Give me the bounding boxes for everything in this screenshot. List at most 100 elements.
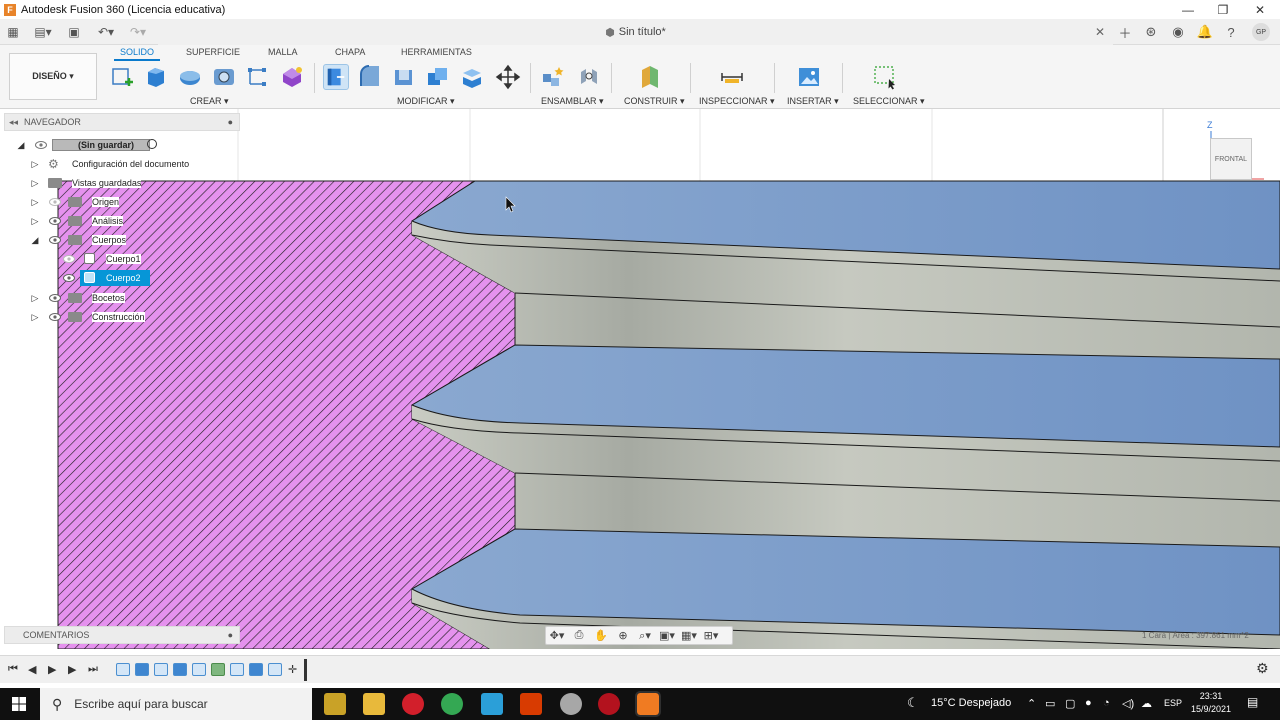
save-icon[interactable]: ▣: [66, 24, 82, 40]
timeline-settings-gear-icon[interactable]: ⚙: [1256, 660, 1269, 677]
weather-label[interactable]: 15°C Despejado: [931, 697, 1011, 709]
hidden-eye-icon[interactable]: [63, 254, 75, 264]
activate-radio-icon[interactable]: [147, 139, 157, 149]
new-tab-icon[interactable]: ＋: [1116, 23, 1134, 41]
help-icon[interactable]: ?: [1222, 23, 1240, 41]
browser-item-construction[interactable]: ▷ Construcción: [0, 308, 240, 326]
tab-solido[interactable]: SOLIDO: [113, 47, 161, 61]
chrome-browser-icon[interactable]: [441, 693, 463, 715]
volume-icon[interactable]: ◁): [1122, 697, 1134, 710]
play-icon[interactable]: ▶: [48, 663, 56, 676]
visibility-eye-icon[interactable]: [35, 140, 47, 150]
timeline-feature[interactable]: [192, 663, 206, 676]
camera-icon[interactable]: ▢: [1065, 697, 1075, 710]
avatar[interactable]: GP: [1252, 23, 1270, 41]
file-menu-icon[interactable]: ▤▾: [30, 24, 56, 40]
undo-icon[interactable]: ↶▾: [92, 24, 120, 40]
collapse-triangle-icon[interactable]: ◢: [30, 235, 40, 245]
timeline-feature[interactable]: [268, 663, 282, 676]
timeline-feature[interactable]: [211, 663, 225, 676]
group-crear[interactable]: CREAR ▾: [190, 96, 229, 107]
job-status-icon[interactable]: ◉: [1169, 23, 1187, 41]
step-back-icon[interactable]: ◀: [28, 663, 36, 676]
viewcube[interactable]: FRONTAL: [1210, 138, 1252, 180]
split-body-icon[interactable]: [459, 64, 485, 90]
network-icon[interactable]: ▭: [1045, 697, 1055, 710]
tab-chapa[interactable]: CHAPA: [335, 47, 365, 57]
timeline-feature[interactable]: [173, 663, 187, 676]
fireworks-app-icon[interactable]: [324, 693, 346, 715]
combine-icon[interactable]: [425, 64, 451, 90]
visibility-eye-icon[interactable]: [49, 235, 61, 245]
fillet-icon[interactable]: [357, 64, 383, 90]
app-grid-icon[interactable]: ▦: [6, 24, 20, 40]
tab-superficie[interactable]: SUPERFICIE: [186, 47, 240, 57]
go-to-end-icon[interactable]: ⏭: [88, 663, 98, 676]
expand-triangle-icon[interactable]: ▷: [30, 216, 40, 226]
orbit-icon[interactable]: ✥▾: [546, 629, 568, 642]
group-modificar[interactable]: MODIFICAR ▾: [397, 96, 455, 107]
timeline-feature[interactable]: [135, 663, 149, 676]
microphone-icon[interactable]: ●: [1085, 697, 1092, 709]
browser-item-sketches[interactable]: ▷ Bocetos: [0, 289, 240, 307]
timeline-feature[interactable]: [116, 663, 130, 676]
fit-icon[interactable]: ⌕▾: [634, 629, 656, 643]
group-seleccionar[interactable]: SELECCIONAR ▾: [853, 96, 925, 107]
new-component-icon[interactable]: [540, 64, 566, 90]
display-settings-icon[interactable]: ▣▾: [656, 629, 678, 642]
document-tab[interactable]: ⬢ Sin título* ✕: [158, 19, 1113, 45]
revolve-icon[interactable]: [177, 64, 203, 90]
panel-options-icon[interactable]: ●: [228, 117, 233, 127]
redo-icon[interactable]: ↷▾: [124, 24, 152, 40]
browser-item-saved-views[interactable]: ▷ Vistas guardadas: [0, 174, 240, 192]
pattern-icon[interactable]: [245, 64, 271, 90]
group-inspeccionar[interactable]: INSPECCIONAR ▾: [699, 96, 775, 107]
tab-herramientas[interactable]: HERRAMIENTAS: [401, 47, 472, 57]
go-to-start-icon[interactable]: ⏮: [8, 663, 18, 676]
extrude-icon[interactable]: [143, 64, 169, 90]
browser-root[interactable]: ◢ (Sin guardar): [0, 136, 240, 154]
hidden-eye-icon[interactable]: [49, 197, 61, 207]
timeline-marker[interactable]: [304, 659, 307, 681]
step-forward-icon[interactable]: ▶: [68, 663, 76, 676]
app-icon[interactable]: [481, 693, 503, 715]
browser-item-analysis[interactable]: ▷ Análisis: [0, 212, 240, 230]
pan-icon[interactable]: ✋: [590, 629, 612, 642]
visibility-eye-icon[interactable]: [49, 312, 61, 322]
maximize-button[interactable]: ❐: [1205, 0, 1241, 19]
tray-expand-icon[interactable]: ⌃: [1027, 697, 1036, 710]
grid-settings-icon[interactable]: ▦▾: [678, 629, 700, 642]
wifi-icon[interactable]: ◔: [1103, 697, 1110, 709]
office-app-icon[interactable]: [520, 693, 542, 715]
zoom-icon[interactable]: ⊕: [612, 629, 634, 642]
tab-malla[interactable]: MALLA: [268, 47, 298, 57]
select-window-icon[interactable]: [872, 64, 898, 90]
group-insertar[interactable]: INSERTAR ▾: [787, 96, 839, 107]
measure-icon[interactable]: [719, 64, 745, 90]
browser-item-body1[interactable]: Cuerpo1: [0, 250, 240, 268]
app-icon[interactable]: [560, 693, 582, 715]
visibility-eye-icon[interactable]: [49, 216, 61, 226]
create-sketch-icon[interactable]: [109, 64, 135, 90]
group-construir[interactable]: CONSTRUIR ▾: [624, 96, 685, 107]
onedrive-icon[interactable]: ☁: [1141, 697, 1152, 710]
browser-item-bodies[interactable]: ◢ Cuerpos: [0, 231, 240, 249]
timeline-move-icon[interactable]: ✛: [288, 663, 297, 676]
browser-item-document-settings[interactable]: ▷ ⚙ Configuración del documento: [0, 155, 240, 173]
file-explorer-icon[interactable]: [363, 693, 385, 715]
minimize-button[interactable]: —: [1170, 0, 1206, 19]
expand-triangle-icon[interactable]: ▷: [30, 178, 40, 188]
comments-add-icon[interactable]: ●: [228, 630, 233, 640]
viewports-icon[interactable]: ⊞▾: [700, 629, 722, 642]
form-icon[interactable]: [279, 64, 305, 90]
hole-icon[interactable]: [211, 64, 237, 90]
windows-start-icon[interactable]: [12, 697, 26, 711]
comments-panel-header[interactable]: COMENTARIOS ●: [4, 626, 240, 644]
visibility-eye-icon[interactable]: [63, 273, 75, 283]
group-ensamblar[interactable]: ENSAMBLAR ▾: [541, 96, 604, 107]
close-button[interactable]: ✕: [1242, 0, 1278, 19]
timeline-feature[interactable]: [230, 663, 244, 676]
extensions-icon[interactable]: ⊛: [1142, 23, 1160, 41]
press-pull-icon[interactable]: [323, 64, 349, 90]
workspace-switcher[interactable]: DISEÑO ▾: [9, 53, 97, 100]
